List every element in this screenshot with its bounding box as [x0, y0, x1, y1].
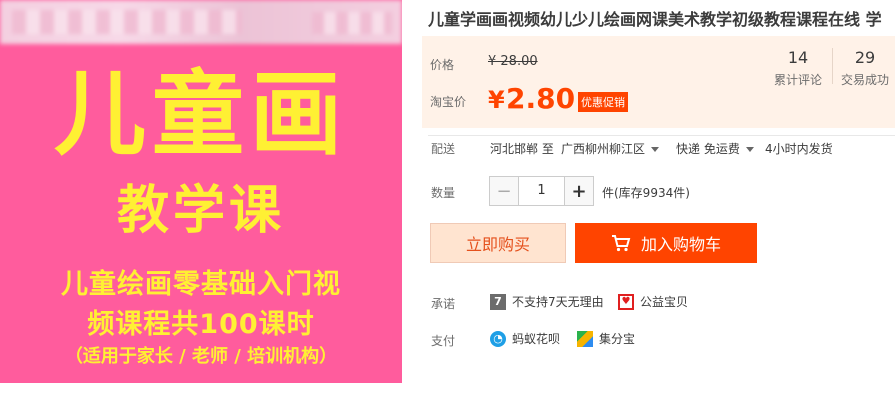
blurred-watermark: [0, 0, 402, 44]
delivery-from: 河北邯郸 至: [490, 142, 554, 156]
add-to-cart-label: 加入购物车: [640, 235, 721, 254]
payment-jifenbao-text: 集分宝: [599, 332, 636, 346]
reviews-stat[interactable]: 14 累计评论: [768, 48, 828, 88]
promise-no-return-text: 不支持7天无理由: [512, 295, 604, 309]
payment-huabei-text: 蚂蚁花呗: [512, 332, 561, 346]
heart-icon: ♥: [618, 293, 634, 310]
price-box: 价格 ¥ 28.00 淘宝价 ¥ 2.80 优惠促销 14 累计评论 29 交易…: [422, 36, 895, 128]
current-price: 2.80: [506, 82, 576, 115]
image-line-3: （适用于家长 / 老师 / 培训机构）: [64, 346, 338, 367]
sales-count: 29: [854, 48, 876, 67]
quantity-label: 数量: [431, 186, 456, 200]
quantity-stepper: − 1 +: [489, 176, 594, 206]
delivery-label: 配送: [431, 142, 456, 156]
product-title: 儿童学画画视频幼儿少儿绘画网课美术教学初级教程课程在线 学: [428, 10, 882, 29]
jifenbao-icon: [577, 330, 593, 347]
chevron-down-icon: [745, 147, 754, 152]
delivery-method-select[interactable]: 快递 免运费: [676, 140, 754, 157]
promo-badge[interactable]: 优惠促销: [578, 92, 628, 112]
stat-divider: [832, 48, 833, 84]
currency-symbol: ¥: [488, 86, 505, 114]
chevron-down-icon: [651, 147, 660, 152]
huabei-icon: ◔: [490, 330, 506, 347]
add-to-cart-button[interactable]: 加入购物车: [575, 223, 757, 263]
promise-charity-text: 公益宝贝: [640, 295, 689, 309]
payment-huabei[interactable]: ◔ 蚂蚁花呗: [490, 330, 560, 347]
promise-no-return[interactable]: 7 不支持7天无理由: [490, 293, 604, 310]
quantity-plus-button[interactable]: +: [564, 177, 593, 205]
image-line-2: 频课程共100课时: [87, 309, 315, 340]
quantity-input[interactable]: 1: [519, 177, 564, 205]
taobao-price-label: 淘宝价: [430, 95, 467, 109]
payment-label: 支付: [431, 334, 456, 348]
image-line-1: 儿童绘画零基础入门视: [61, 269, 341, 300]
divider: [428, 135, 895, 136]
seven-days-icon: 7: [490, 293, 506, 310]
sales-stat: 29 交易成功: [835, 48, 895, 88]
image-title: 儿童画: [53, 61, 348, 168]
buy-now-button[interactable]: 立即购买: [430, 223, 566, 263]
product-image[interactable]: 儿童画 教学课 儿童绘画零基础入门视 频课程共100课时 （适用于家长 / 老师…: [0, 0, 402, 383]
promise-label: 承诺: [431, 297, 456, 311]
delivery-destination-select[interactable]: 广西柳州柳江区: [561, 140, 660, 157]
delivery-destination: 广西柳州柳江区: [561, 142, 646, 156]
reviews-count: 14: [787, 48, 809, 67]
stock-info: 件(库存9934件): [602, 186, 690, 200]
reviews-label: 累计评论: [773, 73, 822, 87]
image-subtitle: 教学课: [116, 181, 285, 241]
ship-time: 4小时内发货: [765, 142, 833, 156]
delivery-method: 快递 免运费: [676, 142, 740, 156]
payment-jifenbao[interactable]: 集分宝: [577, 330, 635, 347]
cart-icon: [611, 235, 631, 252]
price-label: 价格: [430, 58, 455, 72]
original-price: ¥ 28.00: [488, 54, 538, 69]
promise-charity[interactable]: ♥ 公益宝贝: [618, 293, 688, 310]
sales-label: 交易成功: [840, 73, 889, 87]
quantity-minus-button[interactable]: −: [490, 177, 519, 205]
